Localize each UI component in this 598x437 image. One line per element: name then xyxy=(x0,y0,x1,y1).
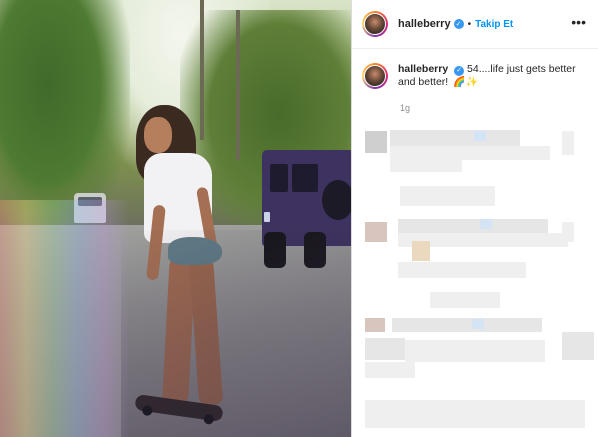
more-options-icon[interactable]: ••• xyxy=(571,14,586,30)
comment-text xyxy=(390,160,462,172)
caption: halleberry ✓ 54....life just gets better… xyxy=(362,63,592,89)
caption-avatar[interactable] xyxy=(362,63,388,89)
comment-text xyxy=(398,219,548,233)
comment-text xyxy=(474,131,486,141)
panel-divider xyxy=(351,0,352,437)
follow-button[interactable]: Takip Et xyxy=(475,19,513,30)
comment-text xyxy=(365,338,405,360)
verified-badge-icon: ✓ xyxy=(454,65,465,76)
comment-avatar xyxy=(365,318,385,332)
photo-light-leak xyxy=(0,200,130,437)
separator-dot: • xyxy=(467,18,472,30)
avatar[interactable] xyxy=(362,11,388,37)
caption-username[interactable]: halleberry xyxy=(398,63,448,75)
rainbow-sparkles-emoji: 🌈✨ xyxy=(453,77,479,88)
caption-text: halleberry ✓ 54....life just gets better… xyxy=(398,63,592,89)
header-divider xyxy=(352,48,598,49)
username[interactable]: halleberry xyxy=(398,18,451,30)
comment-text xyxy=(392,318,542,332)
photo-shadow xyxy=(121,230,351,437)
verified-badge-icon: ✓ xyxy=(453,19,464,29)
comment-meta xyxy=(400,186,495,206)
post-header: halleberry ✓ • Takip Et ••• xyxy=(352,0,598,48)
post-photo[interactable] xyxy=(0,0,351,437)
comment-avatar xyxy=(365,222,387,242)
comment-text xyxy=(365,362,415,378)
comment-text xyxy=(412,241,430,261)
comment-like xyxy=(562,222,574,242)
comment-text xyxy=(390,130,520,146)
comment-text xyxy=(390,146,550,160)
comment-text xyxy=(398,262,526,278)
comment-text xyxy=(480,219,492,229)
post-time[interactable]: 1g xyxy=(400,103,410,113)
comment-text xyxy=(472,319,484,329)
comment-like xyxy=(562,332,594,360)
comment-text xyxy=(365,400,585,428)
comment-meta xyxy=(430,292,500,308)
comment-like xyxy=(562,131,574,155)
comment-avatar xyxy=(365,131,387,153)
comment-text xyxy=(405,340,545,362)
